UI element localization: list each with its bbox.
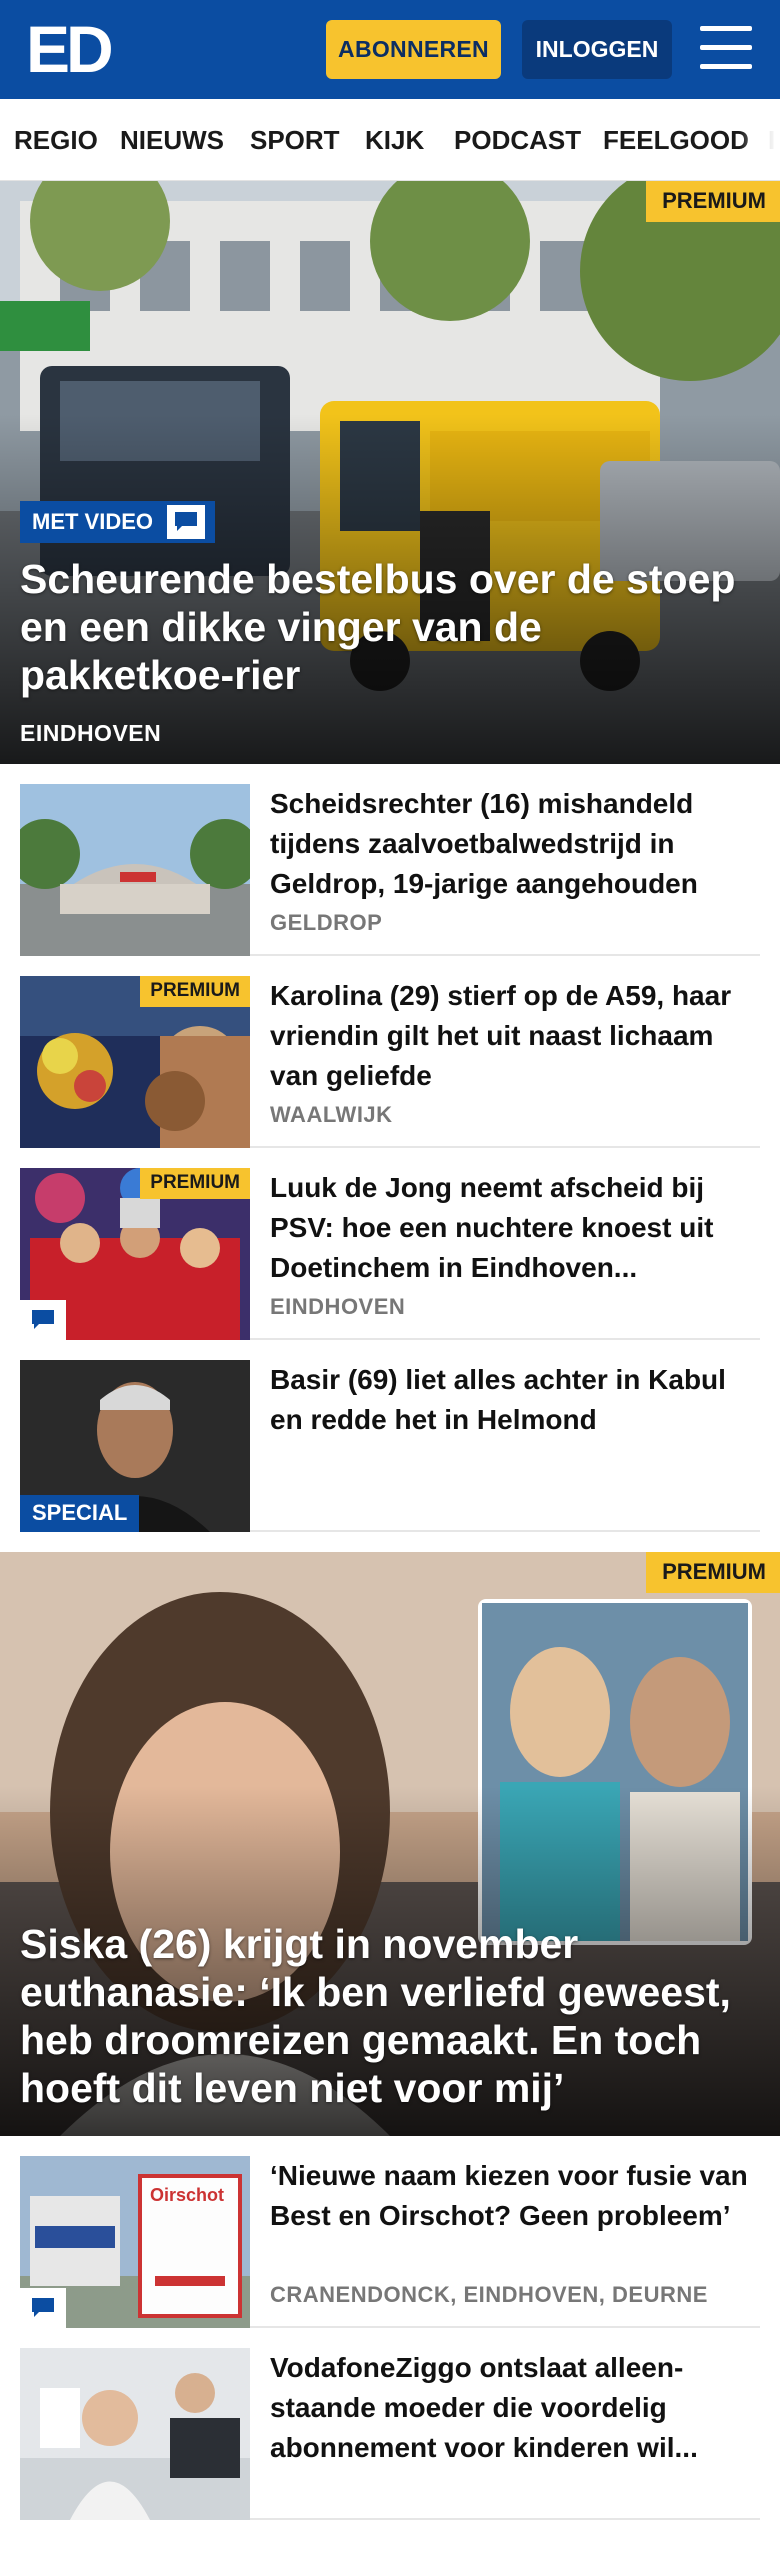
premium-badge: PREMIUM	[646, 1552, 780, 1593]
premium-badge: PREMIUM	[646, 181, 780, 222]
hero-1-title[interactable]: Scheurende bestelbus over de stoep en ee…	[20, 555, 760, 699]
top-header: ED ABONNEREN INLOGGEN	[0, 0, 780, 99]
hero-article-2[interactable]: PREMIUM Siska (26) krijgt in november eu…	[0, 1552, 780, 2136]
article-thumbnail	[20, 2348, 250, 2520]
nav-item-sport[interactable]: SPORT	[250, 99, 340, 180]
login-button[interactable]: INLOGGEN	[522, 20, 672, 79]
article-thumbnail: Oirschot	[20, 2156, 250, 2328]
comment-icon[interactable]	[167, 505, 206, 539]
video-badge: MET VIDEO	[20, 501, 216, 543]
article-title[interactable]: Luuk de Jong neemt afscheid bij PSV: hoe…	[270, 1168, 760, 1288]
list-item[interactable]: Oirschot ‘Nieuwe naam kiezen voor fusie …	[20, 2136, 760, 2328]
article-title[interactable]: Karolina (29) stierf op de A59, haar vri…	[270, 976, 760, 1096]
article-location: WAALWIJK	[270, 1102, 393, 1127]
nav-fade	[740, 99, 780, 180]
article-title[interactable]: VodafoneZiggo ontslaat alleen-staande mo…	[270, 2348, 760, 2468]
article-location: EINDHOVEN	[270, 1294, 406, 1319]
article-thumbnail: PREMIUM	[20, 976, 250, 1148]
comment-icon[interactable]	[20, 2288, 66, 2328]
hero-article-1[interactable]: PREMIUM MET VIDEO Scheurende bestelbus o…	[0, 181, 780, 764]
hamburger-menu-icon[interactable]	[700, 26, 752, 70]
nav-item-regio[interactable]: REGIO	[14, 99, 98, 180]
list-item[interactable]: Scheidsrechter (16) mishandeld tijdens z…	[20, 764, 760, 956]
section-nav: REGIO NIEUWS SPORT KIJK PODCAST FEELGOOD…	[0, 99, 780, 181]
subscribe-button[interactable]: ABONNEREN	[326, 20, 501, 79]
special-badge: SPECIAL	[20, 1495, 140, 1532]
nav-item-podcast[interactable]: PODCAST	[454, 99, 581, 180]
article-title[interactable]: ‘Nieuwe naam kiezen voor fusie van Best …	[270, 2156, 760, 2236]
article-thumbnail: SPECIAL	[20, 1360, 250, 1532]
list-item[interactable]: PREMIUM Karolina (29) stierf op de A59, …	[20, 956, 760, 1148]
article-thumbnail	[20, 784, 250, 956]
list-item[interactable]: PREMIUM Luuk de Jong neemt afscheid bij …	[20, 1148, 760, 1340]
comment-icon[interactable]	[20, 1300, 66, 1340]
premium-badge: PREMIUM	[140, 1168, 250, 1199]
nav-item-kijk[interactable]: KIJK	[365, 99, 424, 180]
article-title[interactable]: Basir (69) liet alles achter in Kabul en…	[270, 1360, 760, 1440]
logo-text: ED	[26, 18, 111, 80]
hero-1-location: EINDHOVEN	[20, 720, 162, 746]
list-item[interactable]: VodafoneZiggo ontslaat alleen-staande mo…	[20, 2328, 760, 2520]
list-item[interactable]: SPECIAL Basir (69) liet alles achter in …	[20, 1340, 760, 1532]
article-location: GELDROP	[270, 910, 383, 935]
hero-2-title[interactable]: Siska (26) krijgt in november euthanasie…	[20, 1920, 760, 2112]
nav-item-feelgood[interactable]: FEELGOOD	[603, 99, 749, 180]
nav-item-nieuws[interactable]: NIEUWS	[120, 99, 224, 180]
premium-badge: PREMIUM	[140, 976, 250, 1007]
video-badge-label: MET VIDEO	[32, 509, 154, 534]
article-location: CRANENDONCK, EINDHOVEN, DEURNE	[270, 2282, 708, 2307]
sign-text: Oirschot	[150, 2185, 224, 2205]
article-title[interactable]: Scheidsrechter (16) mishandeld tijdens z…	[270, 784, 760, 904]
ed-logo[interactable]: ED	[26, 18, 118, 80]
article-thumbnail: PREMIUM	[20, 1168, 250, 1340]
